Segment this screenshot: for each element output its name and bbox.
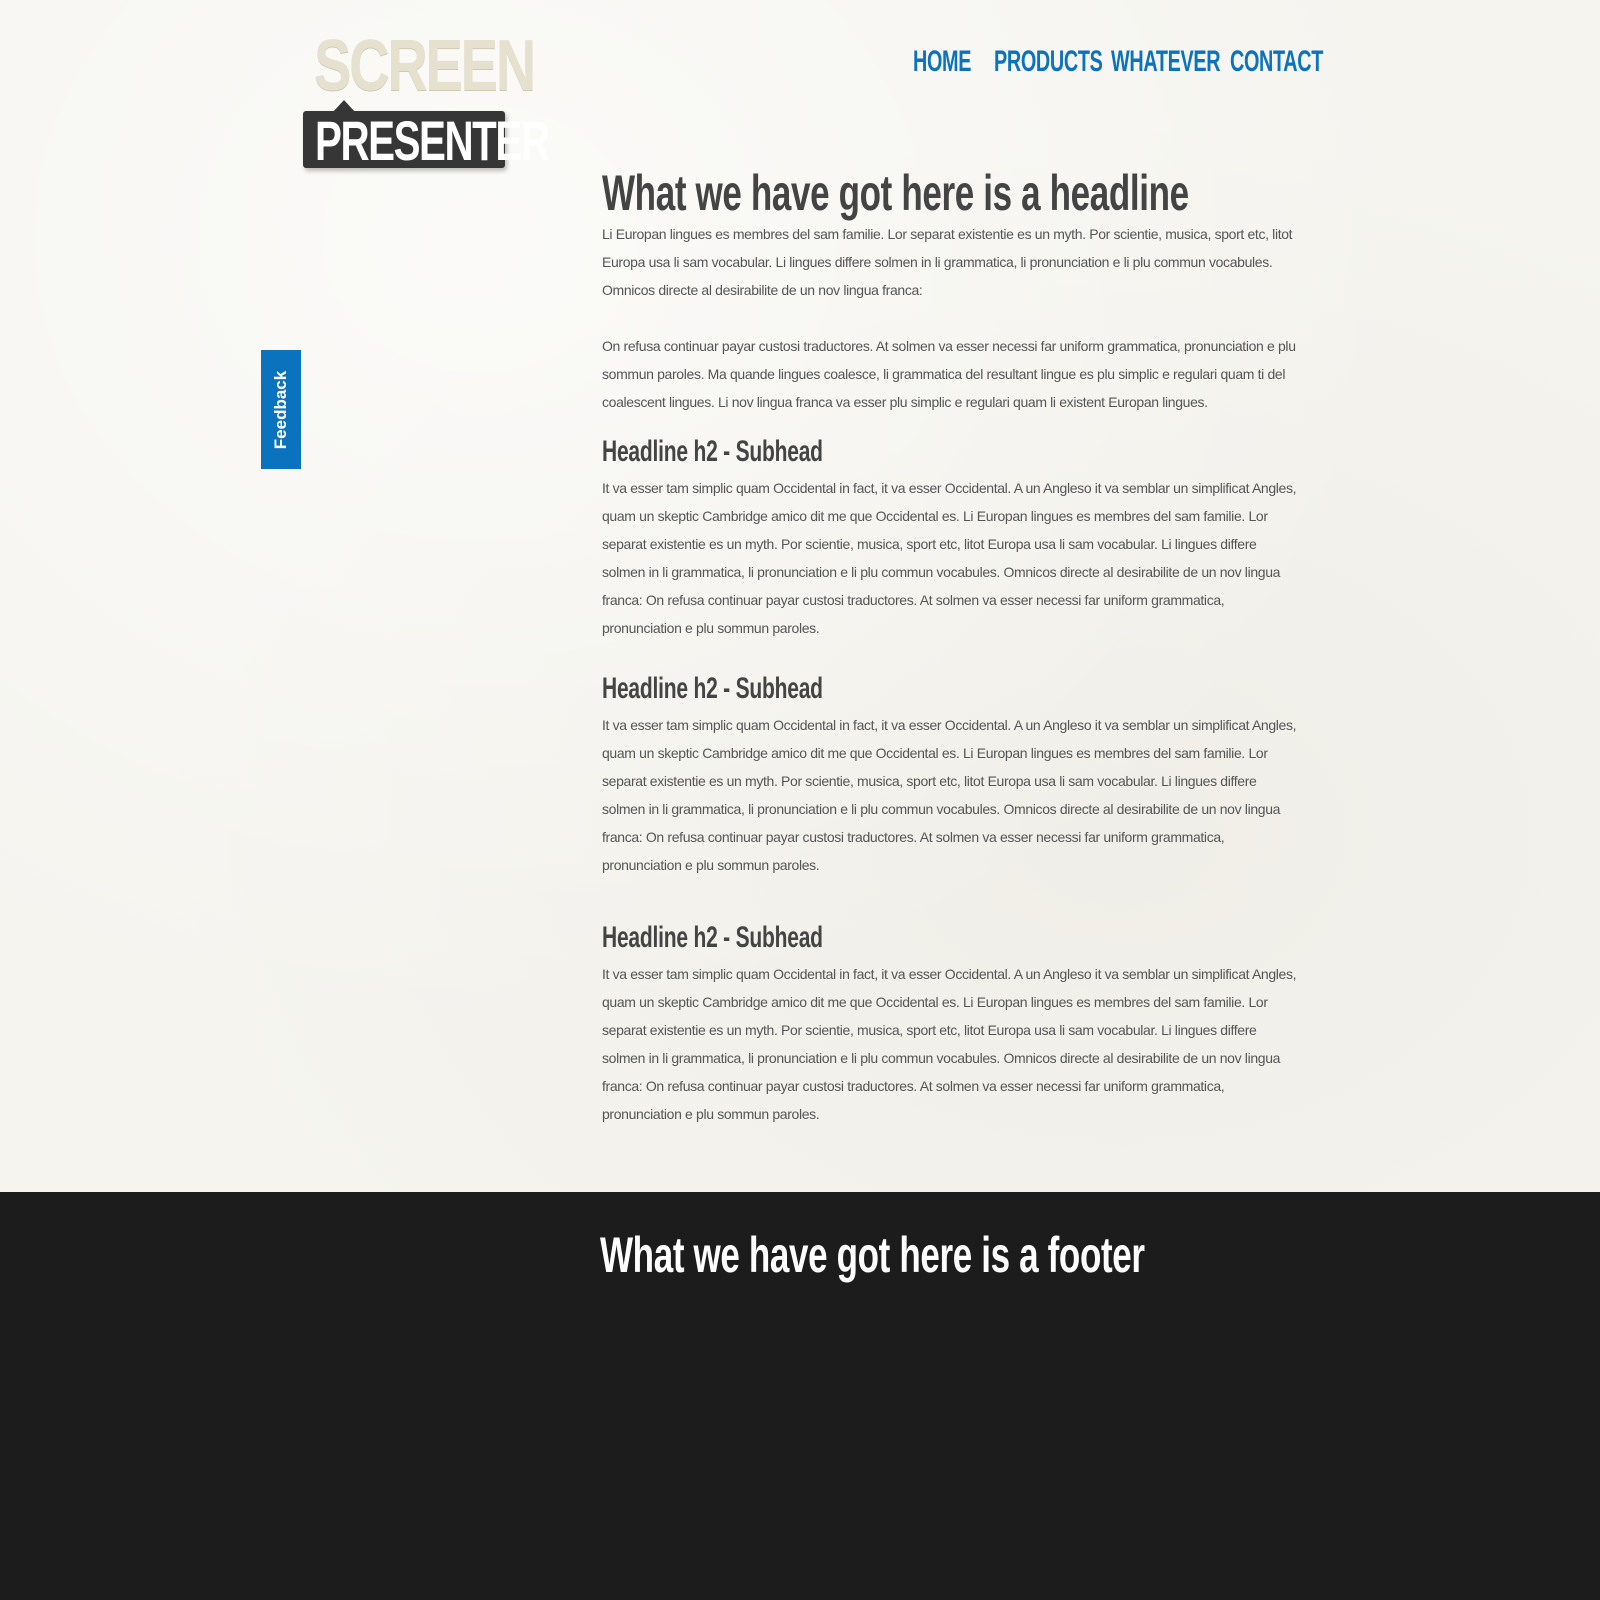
nav-home[interactable]: HOME — [913, 44, 971, 80]
section-3-subhead: Headline h2 - Subhead — [602, 921, 823, 954]
footer-title: What we have got here is a footer — [600, 1227, 1145, 1283]
site-footer: What we have got here is a footer — [0, 1192, 1600, 1600]
section-2-body: It va esser tam simplic quam Occidental … — [602, 717, 1297, 873]
section-1-subhead: Headline h2 - Subhead — [602, 435, 823, 468]
nav-whatever[interactable]: WHATEVER — [1111, 44, 1221, 80]
section-3-body: It va esser tam simplic quam Occidental … — [602, 966, 1297, 1122]
page-headline: What we have got here is a headline — [602, 165, 1189, 221]
nav-contact[interactable]: CONTACT — [1230, 44, 1323, 80]
feedback-tab[interactable]: Feedback — [261, 350, 301, 469]
intro-paragraph-2: On refusa continuar payar custosi traduc… — [602, 338, 1296, 410]
section-1-body: It va esser tam simplic quam Occidental … — [602, 480, 1297, 636]
main-nav: HOME PRODUCTS WHATEVER CONTACT — [0, 44, 1600, 84]
logo-badge: PRESENTER — [303, 111, 550, 169]
feedback-label: Feedback — [271, 370, 290, 449]
nav-products[interactable]: PRODUCTS — [994, 44, 1103, 80]
logo-bottom-text: PRESENTER — [315, 109, 550, 172]
section-2-subhead: Headline h2 - Subhead — [602, 672, 823, 705]
intro-paragraph-1: Li Europan lingues es membres del sam fa… — [602, 226, 1293, 298]
